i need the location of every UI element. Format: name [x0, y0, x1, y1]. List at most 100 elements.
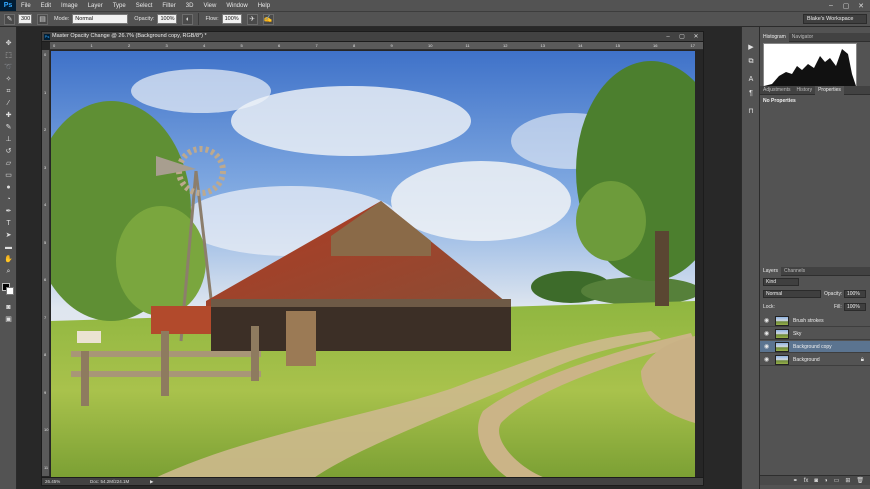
gradient-tool-icon[interactable]: ▭	[3, 171, 14, 180]
type-tool-icon[interactable]: T	[3, 219, 14, 228]
menu-edit[interactable]: Edit	[36, 3, 56, 9]
document-title: Master Opacity Change @ 26.7% (Backgroun…	[52, 33, 207, 39]
tab-adjustments[interactable]: Adjustments	[760, 86, 794, 95]
mode-select[interactable]: Normal	[72, 14, 129, 24]
tab-histogram[interactable]: Histogram	[760, 33, 789, 42]
menu-select[interactable]: Select	[131, 3, 158, 9]
tab-layers[interactable]: Layers	[760, 267, 782, 276]
mode-label: Mode:	[54, 16, 70, 22]
horizontal-ruler[interactable]: 0 1 2 3 4 5 6 7 8 9 10 11 12 13 14 15 16 17	[50, 42, 703, 50]
move-tool-icon[interactable]: ✥	[3, 39, 14, 48]
maximize-app-button[interactable]: ▢	[839, 0, 853, 11]
layer-filter-kind-select[interactable]: Kind	[763, 278, 799, 286]
layer-opacity-field[interactable]: 100%	[844, 290, 866, 298]
character-panel-icon[interactable]: A	[746, 75, 756, 84]
layer-name: Sky	[793, 331, 802, 337]
airbrush-icon[interactable]: ✈	[246, 13, 258, 25]
doc-close-button[interactable]: ✕	[689, 32, 703, 42]
visibility-eye-icon[interactable]: ◉	[764, 357, 770, 363]
ruler-tick-label: 4	[44, 202, 47, 207]
menu-file[interactable]: File	[16, 3, 36, 9]
crop-tool-icon[interactable]: ⌗	[3, 87, 14, 96]
background-color-swatch[interactable]	[6, 287, 14, 295]
layer-style-icon[interactable]: fx	[804, 476, 809, 485]
healing-brush-tool-icon[interactable]: ✚	[3, 111, 14, 120]
menu-image[interactable]: Image	[56, 3, 83, 9]
close-app-button[interactable]: ✕	[854, 0, 868, 11]
brush-tool-icon[interactable]: ✎	[3, 123, 14, 132]
adjustment-layer-icon[interactable]: ◑	[824, 476, 828, 485]
zoom-tool-icon[interactable]: ⌕	[3, 267, 14, 276]
menu-view[interactable]: View	[198, 3, 221, 9]
add-mask-icon[interactable]: ◙	[814, 476, 818, 485]
menu-help[interactable]: Help	[253, 3, 275, 9]
shape-tool-icon[interactable]: ▬	[3, 243, 14, 252]
lasso-tool-icon[interactable]: ➰	[3, 63, 14, 72]
visibility-eye-icon[interactable]: ◉	[764, 331, 770, 337]
pen-tool-icon[interactable]: ✒	[3, 207, 14, 216]
eyedropper-tool-icon[interactable]: ⁄	[3, 99, 14, 108]
dodge-tool-icon[interactable]: ◔	[3, 195, 14, 204]
brush-size-field[interactable]: 300	[18, 14, 32, 24]
marquee-tool-icon[interactable]: ⬚	[3, 51, 14, 60]
link-layers-icon[interactable]: ⚭	[793, 476, 798, 485]
doc-maximize-button[interactable]: ▢	[675, 32, 689, 42]
blur-tool-icon[interactable]: ●	[3, 183, 14, 192]
layer-name: Background	[793, 357, 820, 363]
visibility-eye-icon[interactable]: ◉	[764, 344, 770, 350]
vertical-ruler[interactable]: 0 1 2 3 4 5 6 7 8 9 10 11	[42, 50, 50, 476]
minimize-app-button[interactable]: –	[824, 0, 838, 11]
menu-filter[interactable]: Filter	[157, 3, 180, 9]
menu-type[interactable]: Type	[108, 3, 131, 9]
screen-mode-icon[interactable]: ▣	[3, 315, 14, 324]
delete-layer-icon[interactable]: 🗑︎	[856, 476, 864, 485]
options-bar: ✎ 300 ▤ Mode: Normal Opacity: 100% ◐ Flo…	[0, 11, 870, 27]
tab-navigator[interactable]: Navigator	[789, 33, 816, 42]
ruler-tick-label: 1	[90, 43, 93, 48]
quick-select-tool-icon[interactable]: ✧	[3, 75, 14, 84]
layer-row-selected[interactable]: ◉ Background copy	[760, 341, 870, 353]
ruler-tick-label: 16	[653, 43, 658, 48]
flow-field[interactable]: 100%	[221, 14, 242, 24]
tab-properties[interactable]: Properties	[815, 86, 844, 95]
tab-channels[interactable]: Channels	[781, 267, 808, 276]
eraser-tool-icon[interactable]: ▱	[3, 159, 14, 168]
path-select-tool-icon[interactable]: ➤	[3, 231, 14, 240]
workspace-select[interactable]: Blake's Workspace	[803, 14, 867, 24]
menu-layer[interactable]: Layer	[83, 3, 108, 9]
status-menu-arrow-icon[interactable]: ▶	[150, 479, 153, 485]
document-tab[interactable]: Ps Master Opacity Change @ 26.7% (Backgr…	[42, 32, 703, 42]
tab-history[interactable]: History	[794, 86, 816, 95]
quick-mask-icon[interactable]: ◙	[3, 303, 14, 312]
menu-window[interactable]: Window	[221, 3, 252, 9]
clone-stamp-tool-icon[interactable]: ⊥	[3, 135, 14, 144]
tool-presets-icon[interactable]: ⊓	[746, 107, 756, 116]
hand-tool-icon[interactable]: ✋	[3, 255, 14, 264]
pressure-size-icon[interactable]: ✍	[262, 13, 274, 25]
lock-icon: 🔒︎	[860, 357, 864, 363]
layer-fill-field[interactable]: 100%	[844, 303, 866, 311]
image-canvas[interactable]	[51, 51, 695, 480]
history-brush-tool-icon[interactable]: ↺	[3, 147, 14, 156]
layer-row[interactable]: ◉ Sky	[760, 328, 870, 340]
layer-thumbnail	[775, 329, 789, 339]
new-layer-icon[interactable]: ⊞	[845, 476, 850, 485]
layer-blend-mode-select[interactable]: Normal	[763, 290, 821, 298]
doc-minimize-button[interactable]: –	[661, 32, 675, 42]
pressure-opacity-icon[interactable]: ◐	[182, 13, 194, 25]
play-action-icon[interactable]: ▶	[746, 43, 756, 52]
new-group-icon[interactable]: ▭	[834, 476, 840, 485]
menu-3d[interactable]: 3D	[181, 3, 199, 9]
brush-panel-toggle-icon[interactable]: ▤	[37, 13, 48, 25]
status-bar: 26.45% Doc: 54.2M/224.1M ▶	[42, 477, 703, 485]
opacity-field[interactable]: 100%	[157, 14, 178, 24]
zoom-level-field[interactable]: 26.45%	[45, 479, 60, 484]
visibility-eye-icon[interactable]: ◉	[764, 318, 770, 324]
layer-row[interactable]: ◉ Brush strokes	[760, 315, 870, 327]
layer-row[interactable]: ◉ Background 🔒︎	[760, 354, 870, 366]
clone-source-icon[interactable]: ⧉	[746, 57, 756, 66]
paragraph-panel-icon[interactable]: ¶	[746, 89, 756, 98]
tools-panel: ✥ ⬚ ➰ ✧ ⌗ ⁄ ✚ ✎ ⊥ ↺ ▱ ▭ ● ◔ ✒ T ➤ ▬ ✋ ⌕ …	[0, 27, 17, 489]
brush-tool-preset-icon[interactable]: ✎	[4, 13, 15, 25]
ruler-tick-label: 15	[615, 43, 620, 48]
